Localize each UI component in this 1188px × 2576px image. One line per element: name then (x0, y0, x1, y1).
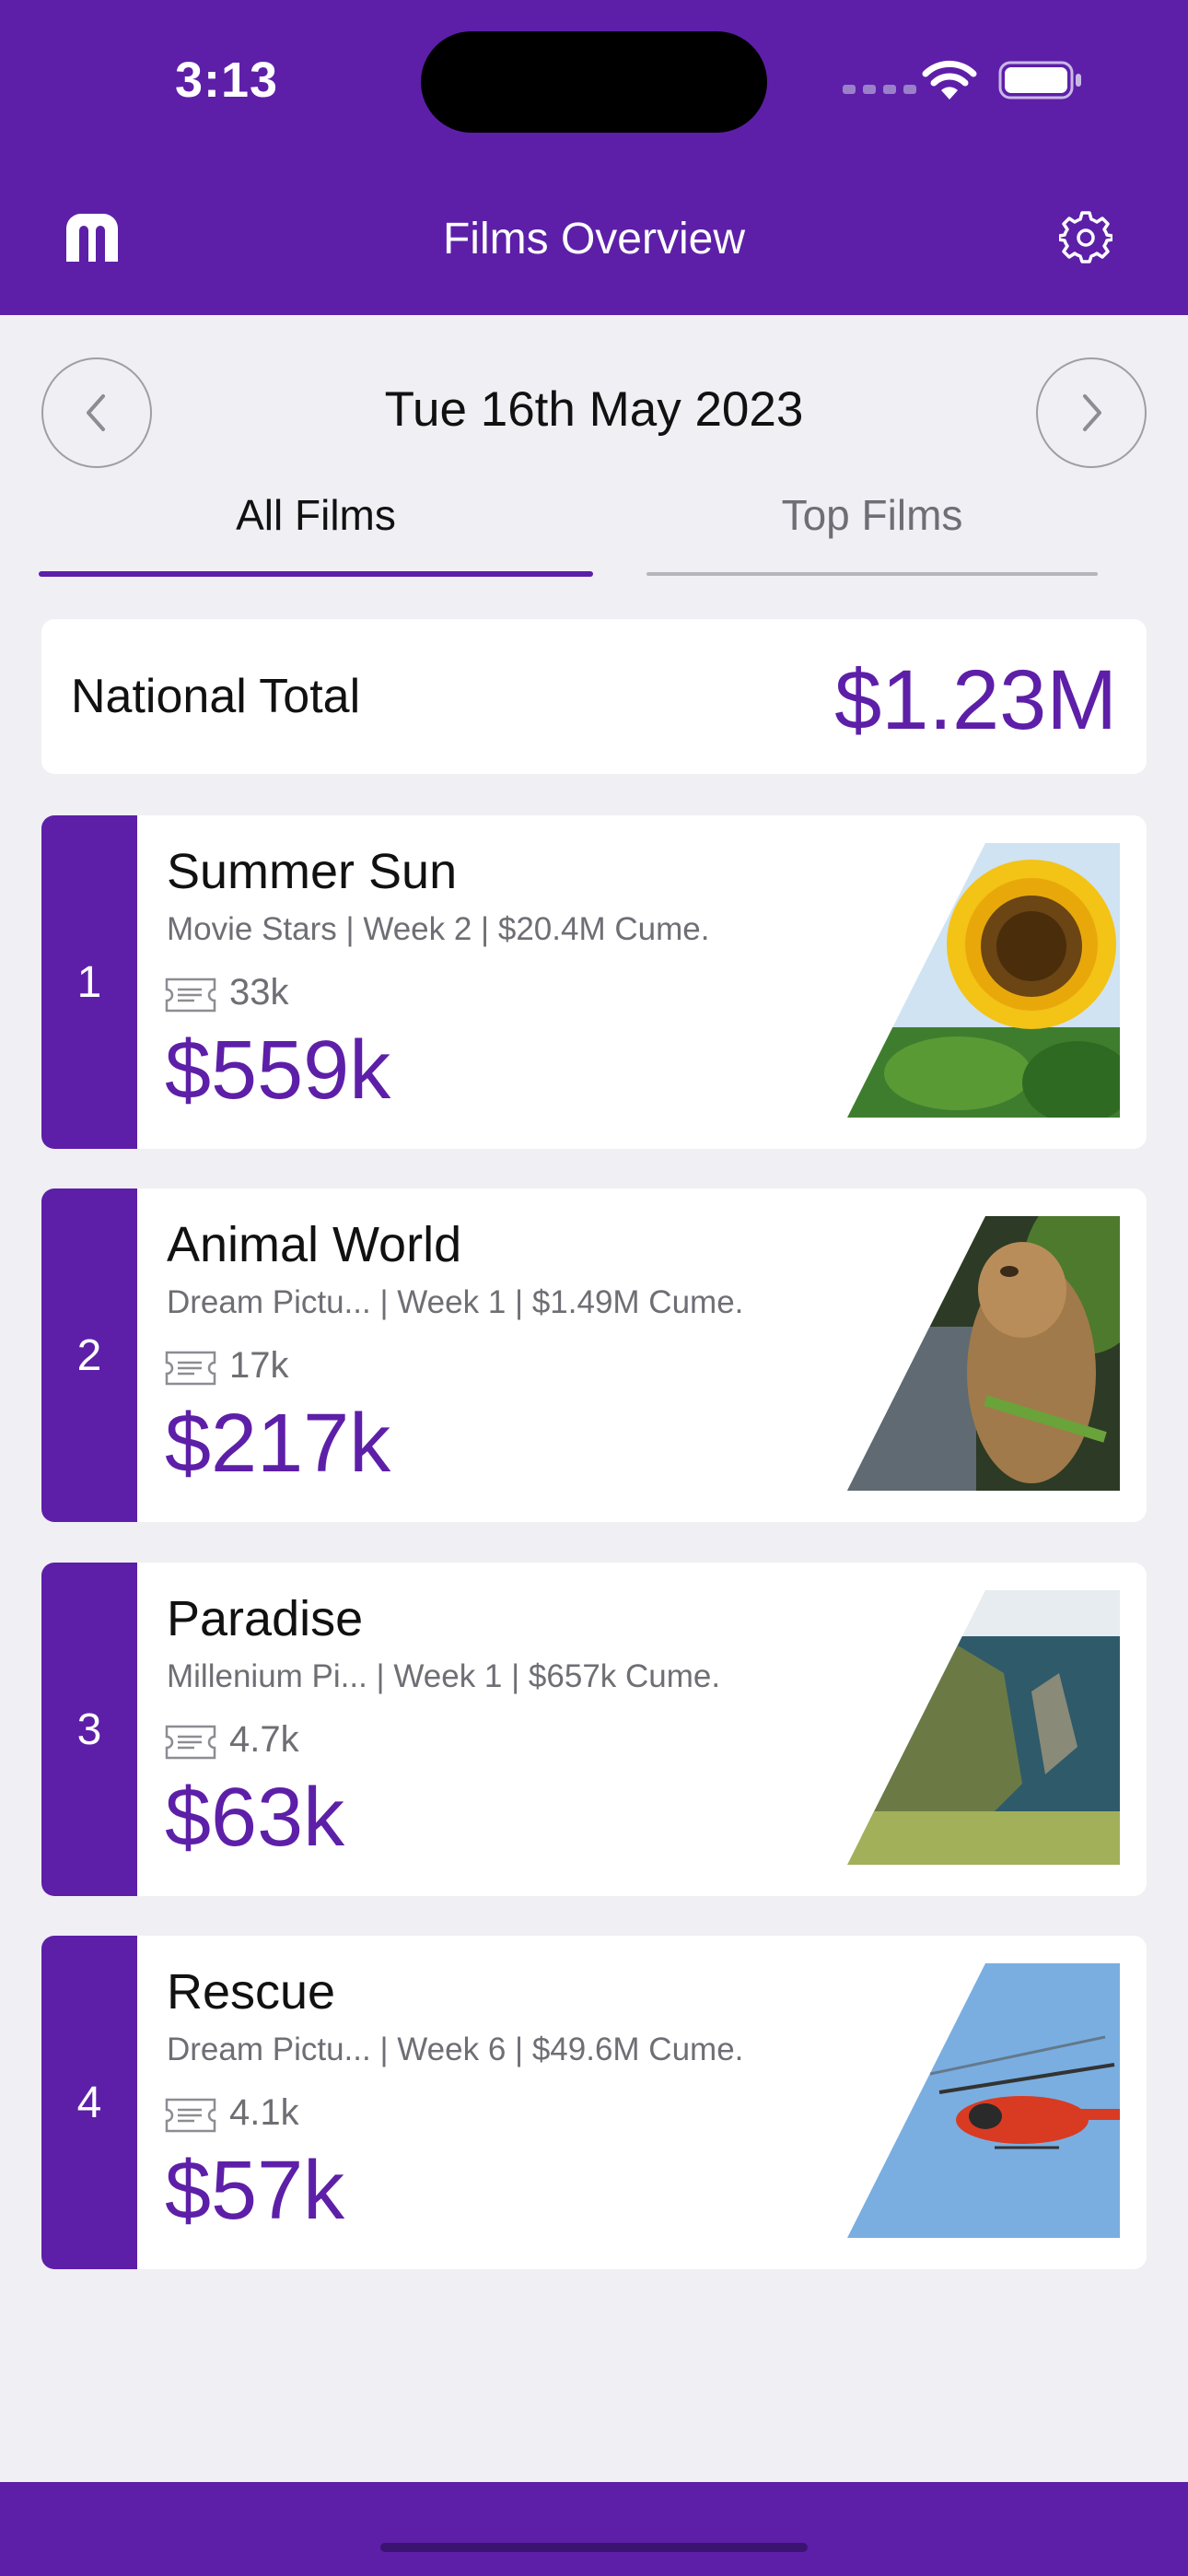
film-admissions: 4.7k (229, 1719, 299, 1760)
ticket-icon (165, 2098, 216, 2133)
national-total-value: $1.23M (834, 653, 1117, 747)
film-gross: $217k (165, 1398, 391, 1490)
film-title: Animal World (167, 1217, 462, 1272)
national-total-label: National Total (71, 670, 361, 723)
film-admissions: 4.1k (229, 2092, 299, 2133)
national-total-card: National Total $1.23M (41, 619, 1147, 774)
selected-date: Tue 16th May 2023 (384, 382, 804, 437)
dynamic-island (421, 31, 767, 133)
film-card[interactable]: 2 Animal World Dream Pictu... | Week 1 |… (41, 1188, 1147, 1522)
film-title: Summer Sun (167, 844, 458, 899)
film-card[interactable]: 1 Summer Sun Movie Stars | Week 2 | $20.… (41, 815, 1147, 1149)
tab-all-films[interactable]: All Films (39, 490, 593, 540)
page-title: Films Overview (442, 215, 745, 263)
coastline-photo (847, 1590, 1120, 1865)
inactive-tab-indicator (646, 572, 1098, 576)
bottom-bar (0, 2482, 1188, 2576)
film-admissions: 17k (229, 1345, 289, 1386)
film-card[interactable]: 3 Paradise Millenium Pi... | Week 1 | $6… (41, 1563, 1147, 1896)
status-time: 3:13 (175, 53, 279, 108)
film-gross: $559k (165, 1025, 391, 1117)
ticket-icon (165, 1351, 216, 1386)
film-card[interactable]: 4 Rescue Dream Pictu... | Week 6 | $49.6… (41, 1936, 1147, 2269)
sunflower-photo (847, 843, 1120, 1118)
film-gross: $57k (165, 2145, 345, 2237)
film-details: Movie Stars | Week 2 | $20.4M Cume. (167, 911, 710, 947)
film-title: Rescue (167, 1964, 336, 2020)
cat-photo (847, 1216, 1120, 1491)
film-details: Dream Pictu... | Week 1 | $1.49M Cume. (167, 1284, 744, 1320)
helicopter-photo (847, 1963, 1120, 2238)
film-rank: 4 (41, 1936, 137, 2269)
home-indicator[interactable] (380, 2543, 808, 2552)
film-rank: 3 (41, 1563, 137, 1896)
active-tab-indicator (39, 571, 593, 577)
ticket-icon (165, 1725, 216, 1760)
film-admissions: 33k (229, 972, 289, 1013)
chevron-right-icon (1083, 394, 1101, 431)
wifi-icon (922, 60, 977, 100)
film-gross: $63k (165, 1772, 345, 1864)
film-rank: 1 (41, 815, 137, 1149)
film-details: Millenium Pi... | Week 1 | $657k Cume. (167, 1658, 721, 1694)
tab-top-films[interactable]: Top Films (646, 490, 1098, 540)
cellular-signal-icon (843, 85, 916, 94)
next-day-button[interactable] (1036, 357, 1147, 468)
ticket-icon (165, 978, 216, 1013)
settings-gear-icon[interactable] (1059, 211, 1112, 264)
app-header: 3:13 Films Overview (0, 0, 1188, 315)
film-rank: 2 (41, 1188, 137, 1522)
battery-icon (998, 61, 1081, 100)
film-title: Paradise (167, 1591, 364, 1646)
film-details: Dream Pictu... | Week 6 | $49.6M Cume. (167, 2032, 744, 2067)
